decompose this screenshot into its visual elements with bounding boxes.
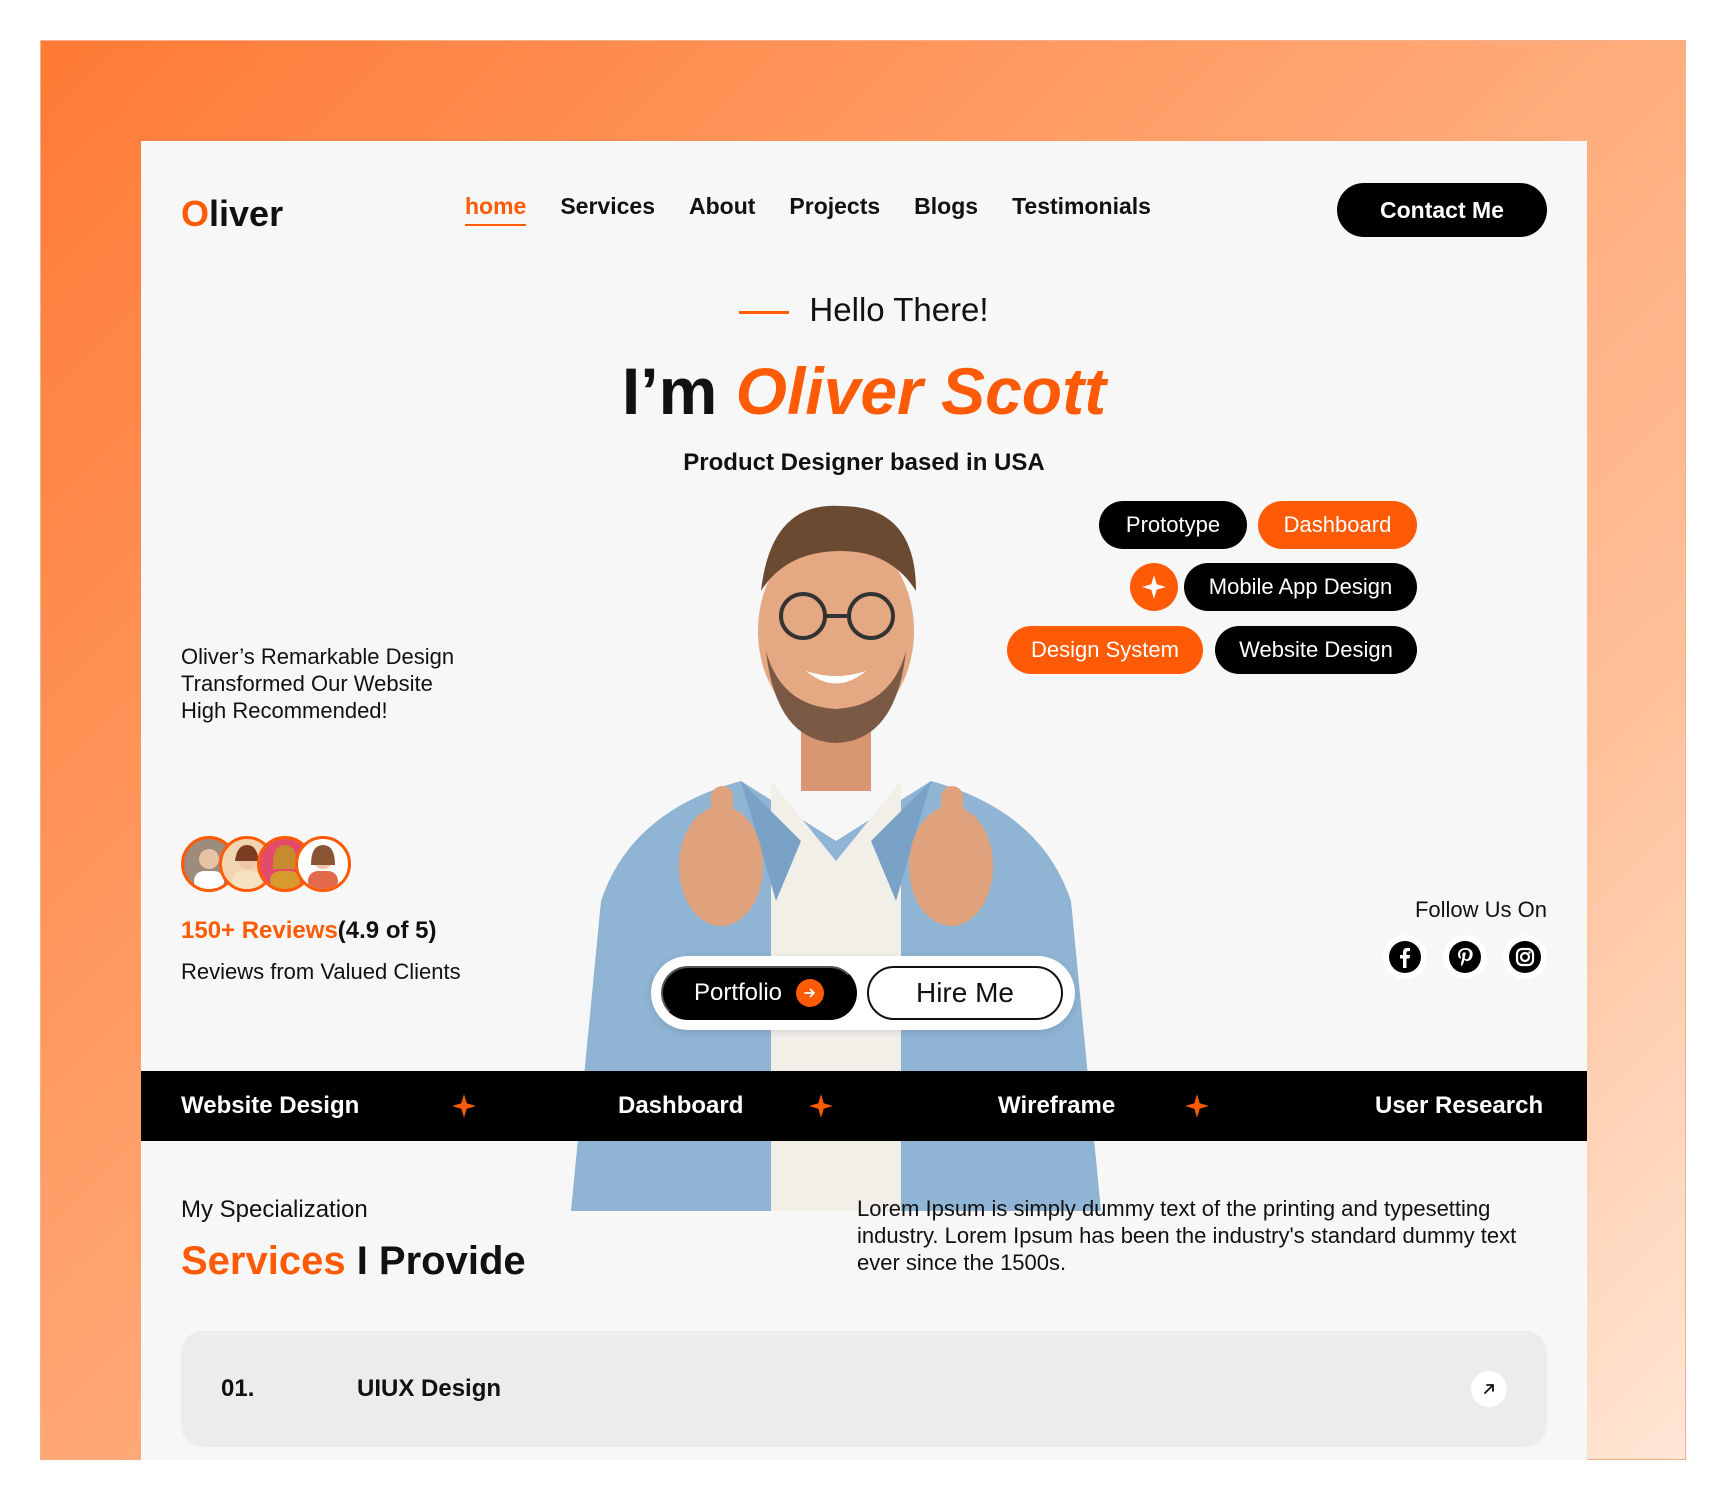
star-icon <box>1185 1094 1209 1118</box>
band-item: Website Design <box>181 1092 360 1119</box>
service-name: UIUX Design <box>357 1375 502 1402</box>
band-item: User Research <box>1375 1092 1544 1119</box>
follow-label: Follow Us On <box>1414 897 1547 922</box>
tag-design-system[interactable]: Design System <box>1007 626 1203 674</box>
service-item[interactable]: 01. UIUX Design <box>181 1331 1547 1447</box>
band-item: Dashboard <box>618 1092 744 1119</box>
star-icon <box>809 1094 833 1118</box>
sparkle-icon <box>1130 563 1178 611</box>
nav-projects[interactable]: Projects <box>789 193 880 226</box>
testimonial-quote: Oliver’s Remarkable Design Transformed O… <box>181 644 455 723</box>
social-links <box>1383 935 1547 979</box>
nav-about[interactable]: About <box>689 193 755 226</box>
portfolio-page: Oliver home Services About Projects Blog… <box>141 141 1587 1460</box>
main-nav: home Services About Projects Blogs Testi… <box>465 193 1185 226</box>
nav-testimonials[interactable]: Testimonials <box>1012 193 1151 226</box>
hero-title: I’m Oliver Scott <box>621 354 1107 428</box>
tag-mobile-app-design[interactable]: Mobile App Design <box>1184 563 1417 611</box>
tag-prototype[interactable]: Prototype <box>1099 501 1247 549</box>
greeting: Hello There! <box>141 291 1587 329</box>
greeting-dash <box>739 310 790 314</box>
services-description: Lorem Ipsum is simply dummy text of the … <box>857 1196 1517 1275</box>
section-label: My Specialization <box>181 1196 368 1223</box>
star-icon <box>452 1094 476 1118</box>
services-title: Services I Provide <box>181 1239 526 1283</box>
contact-me-button[interactable]: Contact Me <box>1337 183 1547 237</box>
avatar <box>295 836 351 892</box>
nav-blogs[interactable]: Blogs <box>914 193 978 226</box>
hire-me-button[interactable]: Hire Me <box>867 966 1063 1020</box>
service-number: 01. <box>221 1375 255 1402</box>
skills-band: Website Design Dashboard Wireframe User … <box>141 1071 1587 1141</box>
portfolio-button[interactable]: Portfolio <box>661 966 857 1020</box>
tag-website-design[interactable]: Website Design <box>1215 626 1417 674</box>
tag-dashboard[interactable]: Dashboard <box>1258 501 1417 549</box>
instagram-icon[interactable] <box>1503 935 1547 979</box>
nav-home[interactable]: home <box>465 193 527 226</box>
review-caption: Reviews from Valued Clients <box>181 959 461 984</box>
review-rating: 150+ Reviews(4.9 of 5) <box>181 917 437 944</box>
pinterest-icon[interactable] <box>1443 935 1487 979</box>
facebook-icon[interactable] <box>1383 935 1427 979</box>
band-item: Wireframe <box>998 1092 1116 1119</box>
client-avatars <box>181 836 361 892</box>
hero-subtitle: Product Designer based in USA <box>683 449 1045 476</box>
arrow-up-right-icon[interactable] <box>1471 1371 1507 1407</box>
cta-group: Portfolio Hire Me <box>651 956 1075 1030</box>
logo[interactable]: Oliver <box>181 193 283 235</box>
nav-services[interactable]: Services <box>560 193 655 226</box>
arrow-right-icon <box>796 979 825 1007</box>
